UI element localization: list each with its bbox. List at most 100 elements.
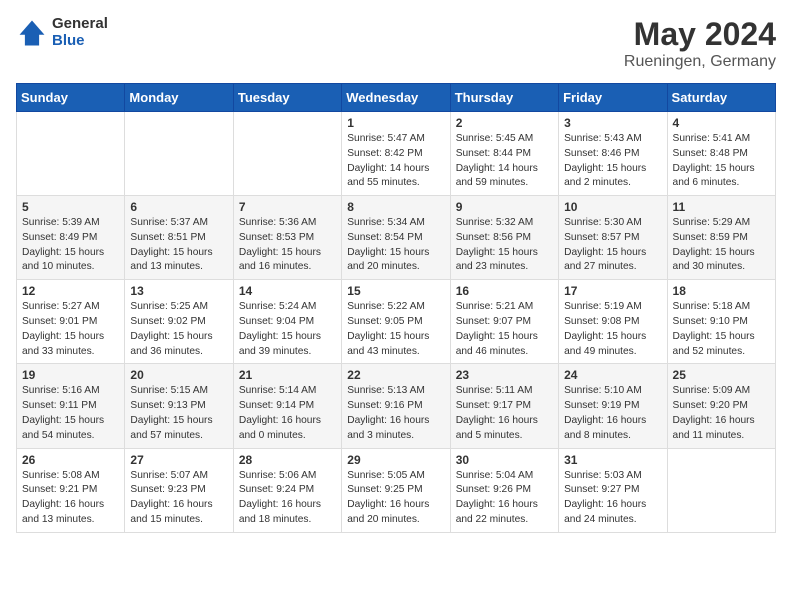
cell-info-text: Sunrise: 5:10 AMSunset: 9:19 PMDaylight:… — [564, 384, 661, 443]
calendar-cell: 4Sunrise: 5:41 AMSunset: 8:48 PMDaylight… — [667, 112, 775, 196]
calendar-week-row: 5Sunrise: 5:39 AMSunset: 8:49 PMDaylight… — [17, 196, 776, 280]
calendar-header-monday: Monday — [125, 84, 233, 112]
cell-info-text: Sunrise: 5:25 AMSunset: 9:02 PMDaylight:… — [130, 300, 227, 359]
cell-day-number: 28 — [239, 453, 336, 467]
cell-day-number: 16 — [456, 284, 553, 298]
calendar-cell: 17 Sunrise: 5:19 AMSunset: 9:08 PMDayligh… — [559, 280, 667, 364]
calendar-week-row: 12Sunrise: 5:27 AMSunset: 9:01 PMDayligh… — [17, 280, 776, 364]
calendar-cell: 28 Sunrise: 5:06 AMSunset: 9:24 PMDayligh… — [233, 448, 341, 532]
calendar-cell: 31 Sunrise: 5:03 AMSunset: 9:27 PMDayligh… — [559, 448, 667, 532]
calendar-header-row: SundayMondayTuesdayWednesdayThursdayFrid… — [17, 84, 776, 112]
calendar-header-tuesday: Tuesday — [233, 84, 341, 112]
cell-info-text: Sunrise: 5:37 AMSunset: 8:51 PMDaylight:… — [130, 216, 227, 275]
calendar-cell — [667, 448, 775, 532]
cell-day-number: 23 — [456, 368, 553, 382]
cell-info-text: Sunrise: 5:34 AMSunset: 8:54 PMDaylight:… — [347, 216, 444, 275]
calendar-cell: 8 Sunrise: 5:34 AMSunset: 8:54 PMDaylight… — [342, 196, 450, 280]
calendar-cell — [17, 112, 125, 196]
calendar-cell: 13Sunrise: 5:25 AMSunset: 9:02 PMDayligh… — [125, 280, 233, 364]
title-location: Rueningen, Germany — [624, 53, 776, 71]
calendar-cell: 22 Sunrise: 5:13 AMSunset: 9:16 PMDayligh… — [342, 364, 450, 448]
cell-day-number: 29 — [347, 453, 444, 467]
cell-info-text: Sunrise: 5:30 AMSunset: 8:57 PMDaylight:… — [564, 216, 661, 275]
cell-day-number: 17 — [564, 284, 661, 298]
cell-day-number: 11 — [673, 200, 770, 214]
cell-day-number: 6 — [130, 200, 227, 214]
calendar-header-wednesday: Wednesday — [342, 84, 450, 112]
cell-info-text: Sunrise: 5:08 AMSunset: 9:21 PMDaylight:… — [22, 469, 119, 528]
logo-blue: Blue — [52, 33, 108, 50]
calendar-header-thursday: Thursday — [450, 84, 558, 112]
calendar-cell: 25 Sunrise: 5:09 AMSunset: 9:20 PMDayligh… — [667, 364, 775, 448]
cell-day-number: 27 — [130, 453, 227, 467]
logo: General Blue — [16, 16, 108, 49]
calendar-week-row: 1 Sunrise: 5:47 AMSunset: 8:42 PMDaylight… — [17, 112, 776, 196]
title-block: May 2024 Rueningen, Germany — [624, 16, 776, 71]
cell-info-text: Sunrise: 5:04 AMSunset: 9:26 PMDaylight:… — [456, 469, 553, 528]
cell-info-text: Sunrise: 5:32 AMSunset: 8:56 PMDaylight:… — [456, 216, 553, 275]
calendar-cell: 20 Sunrise: 5:15 AMSunset: 9:13 PMDayligh… — [125, 364, 233, 448]
calendar-cell: 9 Sunrise: 5:32 AMSunset: 8:56 PMDaylight… — [450, 196, 558, 280]
cell-info-text: Sunrise: 5:27 AMSunset: 9:01 PMDaylight:… — [22, 300, 119, 359]
cell-info-text: Sunrise: 5:09 AMSunset: 9:20 PMDaylight:… — [673, 384, 770, 443]
cell-info-text: Sunrise: 5:22 AMSunset: 9:05 PMDaylight:… — [347, 300, 444, 359]
cell-info-text: Sunrise: 5:16 AMSunset: 9:11 PMDaylight:… — [22, 384, 119, 443]
calendar-cell: 2 Sunrise: 5:45 AMSunset: 8:44 PMDaylight… — [450, 112, 558, 196]
cell-day-number: 5 — [22, 200, 119, 214]
cell-info-text: Sunrise: 5:41 AMSunset: 8:48 PMDaylight:… — [673, 132, 770, 191]
calendar-cell: 16 Sunrise: 5:21 AMSunset: 9:07 PMDayligh… — [450, 280, 558, 364]
calendar-cell: 18 Sunrise: 5:18 AMSunset: 9:10 PMDayligh… — [667, 280, 775, 364]
cell-day-number: 26 — [22, 453, 119, 467]
cell-day-number: 10 — [564, 200, 661, 214]
cell-info-text: Sunrise: 5:21 AMSunset: 9:07 PMDaylight:… — [456, 300, 553, 359]
cell-info-text: Sunrise: 5:13 AMSunset: 9:16 PMDaylight:… — [347, 384, 444, 443]
calendar-cell: 10 Sunrise: 5:30 AMSunset: 8:57 PMDayligh… — [559, 196, 667, 280]
cell-day-number: 2 — [456, 116, 553, 130]
cell-info-text: Sunrise: 5:19 AMSunset: 9:08 PMDaylight:… — [564, 300, 661, 359]
cell-day-number: 15 — [347, 284, 444, 298]
cell-day-number: 25 — [673, 368, 770, 382]
cell-day-number: 7 — [239, 200, 336, 214]
cell-info-text: Sunrise: 5:24 AMSunset: 9:04 PMDaylight:… — [239, 300, 336, 359]
cell-day-number: 24 — [564, 368, 661, 382]
calendar-cell: 14Sunrise: 5:24 AMSunset: 9:04 PMDayligh… — [233, 280, 341, 364]
calendar-cell: 30 Sunrise: 5:04 AMSunset: 9:26 PMDayligh… — [450, 448, 558, 532]
calendar-header-friday: Friday — [559, 84, 667, 112]
calendar-cell: 7Sunrise: 5:36 AMSunset: 8:53 PMDaylight… — [233, 196, 341, 280]
calendar-cell: 12Sunrise: 5:27 AMSunset: 9:01 PMDayligh… — [17, 280, 125, 364]
cell-info-text: Sunrise: 5:11 AMSunset: 9:17 PMDaylight:… — [456, 384, 553, 443]
cell-info-text: Sunrise: 5:03 AMSunset: 9:27 PMDaylight:… — [564, 469, 661, 528]
calendar-cell: 26 Sunrise: 5:08 AMSunset: 9:21 PMDayligh… — [17, 448, 125, 532]
cell-day-number: 1 — [347, 116, 444, 130]
cell-day-number: 31 — [564, 453, 661, 467]
cell-info-text: Sunrise: 5:45 AMSunset: 8:44 PMDaylight:… — [456, 132, 553, 191]
calendar-cell: 23 Sunrise: 5:11 AMSunset: 9:17 PMDayligh… — [450, 364, 558, 448]
cell-info-text: Sunrise: 5:47 AMSunset: 8:42 PMDaylight:… — [347, 132, 444, 191]
calendar-cell: 1 Sunrise: 5:47 AMSunset: 8:42 PMDaylight… — [342, 112, 450, 196]
page-header: General Blue May 2024 Rueningen, Germany — [16, 16, 776, 71]
cell-day-number: 9 — [456, 200, 553, 214]
cell-day-number: 3 — [564, 116, 661, 130]
calendar-cell: 3 Sunrise: 5:43 AMSunset: 8:46 PMDaylight… — [559, 112, 667, 196]
cell-info-text: Sunrise: 5:18 AMSunset: 9:10 PMDaylight:… — [673, 300, 770, 359]
cell-day-number: 20 — [130, 368, 227, 382]
cell-day-number: 18 — [673, 284, 770, 298]
calendar-header-saturday: Saturday — [667, 84, 775, 112]
calendar-cell: 21Sunrise: 5:14 AMSunset: 9:14 PMDayligh… — [233, 364, 341, 448]
logo-general: General — [52, 16, 108, 33]
calendar-week-row: 26 Sunrise: 5:08 AMSunset: 9:21 PMDayligh… — [17, 448, 776, 532]
cell-day-number: 30 — [456, 453, 553, 467]
cell-info-text: Sunrise: 5:15 AMSunset: 9:13 PMDaylight:… — [130, 384, 227, 443]
calendar-cell — [125, 112, 233, 196]
cell-info-text: Sunrise: 5:43 AMSunset: 8:46 PMDaylight:… — [564, 132, 661, 191]
cell-info-text: Sunrise: 5:07 AMSunset: 9:23 PMDaylight:… — [130, 469, 227, 528]
calendar-cell: 5Sunrise: 5:39 AMSunset: 8:49 PMDaylight… — [17, 196, 125, 280]
calendar-cell: 15 Sunrise: 5:22 AMSunset: 9:05 PMDayligh… — [342, 280, 450, 364]
logo-icon — [16, 17, 48, 49]
logo-text: General Blue — [52, 16, 108, 49]
calendar-cell: 6 Sunrise: 5:37 AMSunset: 8:51 PMDaylight… — [125, 196, 233, 280]
cell-info-text: Sunrise: 5:06 AMSunset: 9:24 PMDaylight:… — [239, 469, 336, 528]
cell-day-number: 8 — [347, 200, 444, 214]
calendar-cell: 29Sunrise: 5:05 AMSunset: 9:25 PMDayligh… — [342, 448, 450, 532]
cell-day-number: 22 — [347, 368, 444, 382]
